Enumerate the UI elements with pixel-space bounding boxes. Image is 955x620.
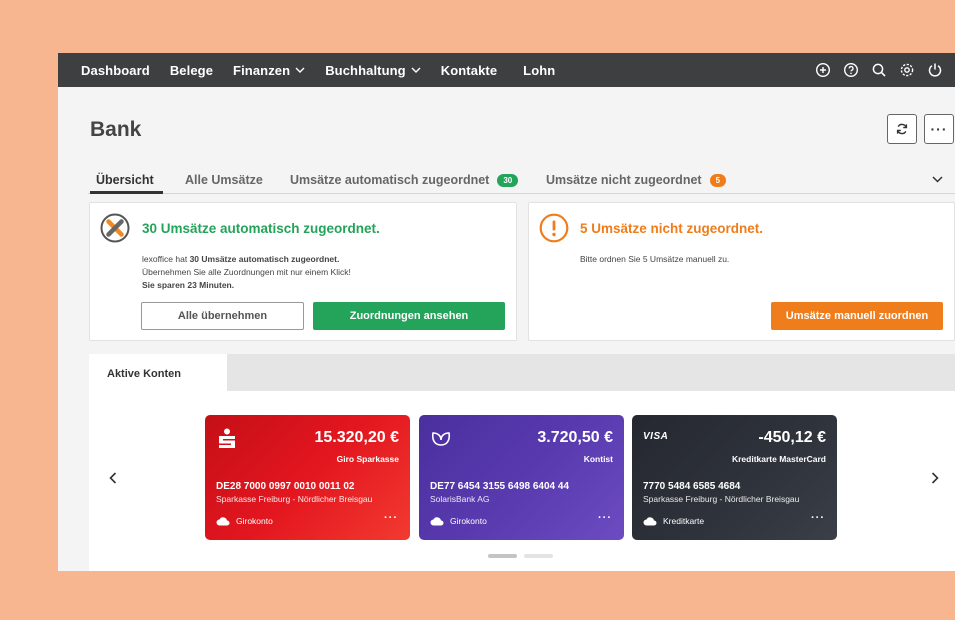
chevron-down-icon: [295, 67, 305, 73]
cloud-sync-icon: [216, 517, 230, 526]
page-title: Bank: [90, 118, 142, 141]
accept-all-button[interactable]: Alle übernehmen: [141, 302, 304, 330]
account-bank: Sparkasse Freiburg - Nördlicher Breisgau: [216, 494, 373, 504]
kontist-logo: [431, 432, 451, 446]
nav-buchhaltung[interactable]: Buchhaltung: [325, 63, 421, 78]
cloud-sync-icon: [643, 517, 657, 526]
nav-lohn[interactable]: Lohn: [523, 63, 555, 78]
account-name: Kreditkarte MasterCard: [731, 454, 826, 464]
nav-finanzen[interactable]: Finanzen: [233, 63, 305, 78]
more-options-icon[interactable]: ···: [811, 512, 825, 524]
cloud-sync-icon: [430, 517, 444, 526]
nav-dashboard-label: Dashboard: [81, 62, 150, 78]
carousel-dot-active[interactable]: [488, 554, 517, 558]
account-card-mastercard[interactable]: VISA -450,12 € Kreditkarte MasterCard 77…: [632, 415, 837, 540]
top-navbar: Dashboard Belege Finanzen Buchhaltung Ko…: [58, 53, 955, 87]
account-type: Girokonto: [430, 516, 487, 526]
search-icon[interactable]: [871, 62, 887, 78]
auto-assigned-card: 30 Umsätze automatisch zugeordnet. lexof…: [89, 202, 517, 341]
assign-manually-button[interactable]: Umsätze manuell zuordnen: [771, 302, 943, 330]
chevron-right-icon[interactable]: [931, 472, 939, 484]
active-tab-indicator: [90, 191, 163, 194]
account-name: Kontist: [583, 454, 613, 464]
tab-uebersicht[interactable]: Übersicht: [96, 173, 154, 187]
account-balance: -450,12 €: [758, 429, 826, 446]
chevron-down-icon: [411, 67, 421, 73]
account-number: 7770 5484 6585 4684: [643, 481, 741, 492]
unassigned-card-title: 5 Umsätze nicht zugeordnet.: [580, 221, 764, 236]
nav-dashboard[interactable]: Dashboard: [81, 63, 150, 78]
nav-finanzen-label: Finanzen: [233, 62, 291, 78]
tab-auto-zugeordnet[interactable]: Umsätze automatisch zugeordnet 30: [290, 173, 519, 187]
tab-alle-umsaetze[interactable]: Alle Umsätze: [185, 173, 263, 187]
power-icon[interactable]: [927, 62, 943, 78]
account-iban: DE28 7000 0997 0010 0011 02: [216, 481, 355, 492]
account-type: Kreditkarte: [643, 516, 704, 526]
view-assignments-button[interactable]: Zuordnungen ansehen: [313, 302, 505, 330]
account-type-label: Girokonto: [450, 516, 487, 526]
auto-card-text: lexoffice hat 30 Umsätze automatisch zug…: [142, 253, 351, 292]
auto-card-savings: Sie sparen 23 Minuten.: [142, 280, 235, 290]
account-card-kontist[interactable]: 3.720,50 € Kontist DE77 6454 3155 6498 6…: [419, 415, 624, 540]
nav-belege[interactable]: Belege: [170, 63, 213, 78]
auto-card-text-prefix: lexoffice hat: [142, 254, 190, 264]
account-iban: DE77 6454 3155 6498 6404 44: [430, 481, 570, 492]
app-window: Dashboard Belege Finanzen Buchhaltung Ko…: [58, 53, 955, 571]
more-options-button[interactable]: ···: [924, 114, 954, 144]
refresh-icon: [896, 123, 908, 135]
nav-belege-label: Belege: [169, 62, 214, 78]
account-bank: SolarisBank AG: [430, 494, 490, 504]
tab-alle-umsaetze-label: Alle Umsätze: [185, 173, 263, 187]
auto-card-title: 30 Umsätze automatisch zugeordnet.: [142, 221, 380, 236]
settings-icon[interactable]: [899, 62, 915, 78]
auto-card-text-bold: 30 Umsätze automatisch zugeordnet.: [189, 254, 340, 264]
refresh-button[interactable]: [887, 114, 917, 144]
count-badge: 5: [709, 173, 727, 187]
more-options-icon[interactable]: ···: [598, 512, 612, 524]
account-type-label: Kreditkarte: [663, 516, 705, 526]
lexoffice-logo-icon: [100, 213, 130, 243]
nav-lohn-label: Lohn: [523, 62, 556, 78]
help-icon[interactable]: [843, 62, 859, 78]
warning-icon: [539, 213, 569, 243]
chevron-left-icon[interactable]: [109, 472, 117, 484]
count-badge: 30: [497, 173, 519, 187]
nav-icon-group: [815, 53, 955, 87]
visa-logo: VISA: [643, 431, 669, 442]
nav-kontakte[interactable]: Kontakte: [441, 63, 497, 78]
accounts-panel: Aktive Konten 15.320,20 € Giro Sparkasse…: [89, 354, 955, 571]
account-balance: 15.320,20 €: [314, 429, 399, 446]
auto-card-text-line2: Übernehmen Sie alle Zuordnungen mit nur …: [142, 267, 351, 277]
tab-nicht-zugeordnet[interactable]: Umsätze nicht zugeordnet 5: [546, 173, 727, 187]
chevron-down-icon[interactable]: [932, 176, 943, 183]
account-type: Girokonto: [216, 516, 273, 526]
more-options-icon[interactable]: ···: [384, 512, 398, 524]
nav-buchhaltung-label: Buchhaltung: [325, 62, 406, 78]
account-type-label: Girokonto: [236, 516, 273, 526]
account-name: Giro Sparkasse: [336, 454, 399, 464]
unassigned-card-text: Bitte ordnen Sie 5 Umsätze manuell zu.: [580, 254, 730, 264]
account-bank: Sparkasse Freiburg - Nördlicher Breisgau: [643, 494, 800, 504]
sparkasse-logo: [219, 428, 235, 448]
tab-uebersicht-label: Übersicht: [96, 173, 154, 187]
nav-kontakte-label: Kontakte: [440, 62, 498, 78]
account-balance: 3.720,50 €: [537, 429, 613, 446]
account-card-sparkasse[interactable]: 15.320,20 € Giro Sparkasse DE28 7000 099…: [205, 415, 410, 540]
tab-bar: Übersicht Alle Umsätze Umsätze automatis…: [88, 165, 955, 194]
unassigned-card: 5 Umsätze nicht zugeordnet. Bitte ordnen…: [528, 202, 955, 341]
tab-auto-zugeordnet-label: Umsätze automatisch zugeordnet: [290, 173, 490, 187]
carousel-dot[interactable]: [524, 554, 553, 558]
add-circle-icon[interactable]: [815, 62, 831, 78]
tab-aktive-konten[interactable]: Aktive Konten: [89, 354, 227, 391]
tab-nicht-zugeordnet-label: Umsätze nicht zugeordnet: [546, 173, 702, 187]
